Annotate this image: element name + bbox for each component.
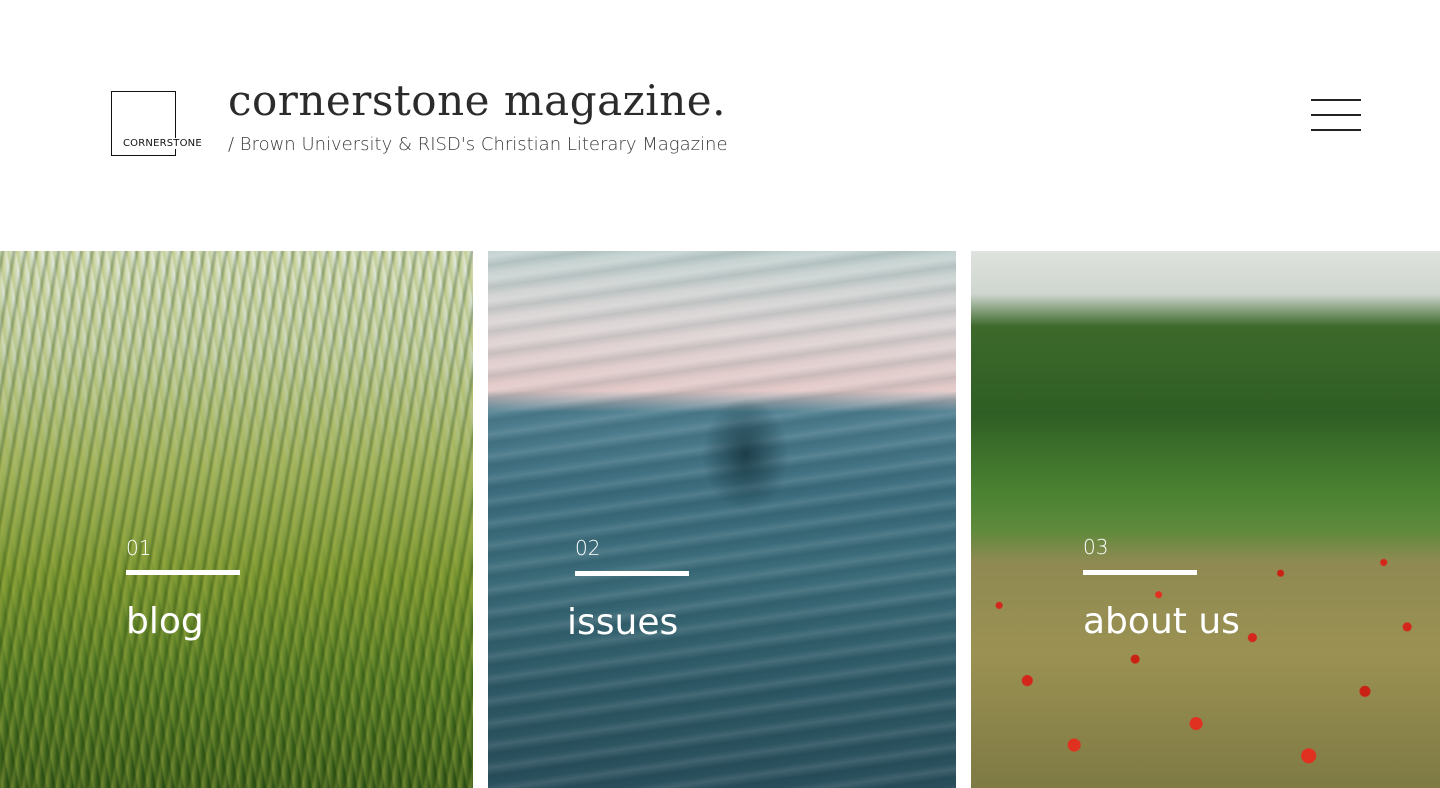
panel-label-blog[interactable]: blog [126,601,204,642]
panel-issues[interactable]: 02 issues [488,251,956,788]
site-header: CORNERSTONE cornerstone magazine. / Brow… [0,0,1440,251]
panel-divider [126,570,240,575]
panel-divider [1083,570,1197,575]
panel-number: 02 [575,536,601,560]
panel-number: 03 [1083,535,1109,559]
panel-label-issues[interactable]: issues [567,602,678,643]
panel-label-about-us[interactable]: about us [1083,601,1240,642]
site-subtitle: / Brown University & RISD's Christian Li… [228,134,728,155]
nav-panels: 01 blog 02 issues 03 about us [0,251,1440,788]
panel-blog[interactable]: 01 blog [0,251,473,788]
menu-line [1311,114,1361,116]
site-title[interactable]: cornerstone magazine. [228,76,726,125]
panel-divider [575,571,689,576]
poppy-field-image [971,251,1440,788]
hamburger-menu-icon[interactable] [1311,99,1361,131]
sea-image [488,251,956,788]
logo-text[interactable]: CORNERSTONE [123,138,204,149]
menu-line [1311,129,1361,131]
panel-about-us[interactable]: 03 about us [971,251,1440,788]
grass-image [0,251,473,788]
menu-line [1311,99,1361,101]
panel-number: 01 [126,536,152,560]
